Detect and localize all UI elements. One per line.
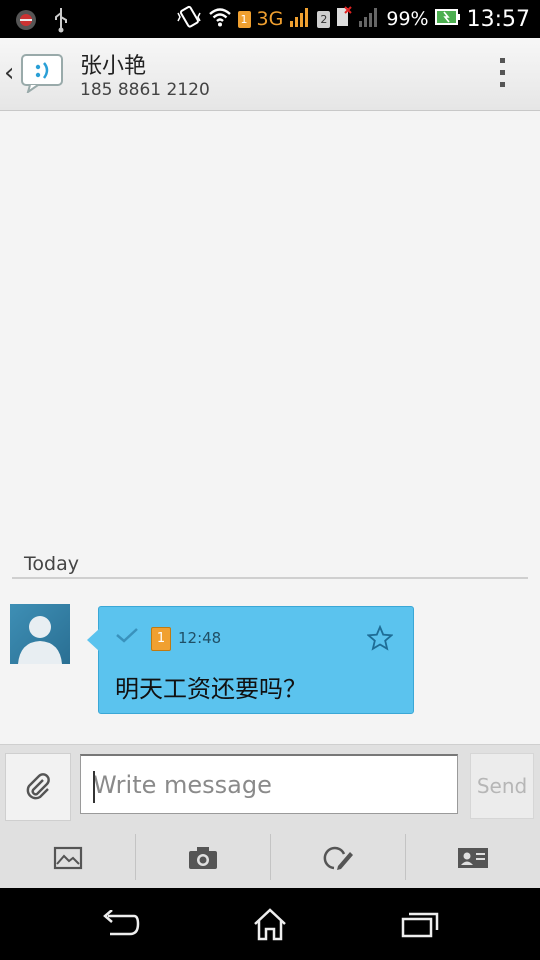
check-icon [115, 627, 139, 643]
sim-indicator: 1 [151, 627, 171, 651]
sketch-pencil-icon [323, 846, 353, 870]
picture-icon [53, 846, 83, 870]
camera-icon [188, 847, 217, 869]
attach-button[interactable] [5, 753, 71, 821]
back-button[interactable] [100, 906, 140, 942]
back-chevron-icon[interactable]: ‹ [4, 58, 14, 88]
back-arrow-icon [103, 910, 140, 936]
sim2-badge: 2 [317, 10, 331, 28]
signal-sim1-icon [289, 7, 311, 31]
signal-sim2-icon [358, 7, 380, 31]
message-text: 明天工资还要吗？ [115, 675, 307, 703]
status-bar: 1 3G 2 99% 13:57 [0, 0, 540, 38]
battery-icon [434, 8, 461, 30]
battery-percent: 99% [386, 8, 429, 30]
contact-card-icon [457, 848, 488, 868]
paperclip-icon [26, 773, 50, 800]
day-separator-line [12, 577, 528, 579]
sim-missing-icon [336, 6, 353, 32]
send-button[interactable]: Send [470, 753, 534, 819]
overflow-menu-icon[interactable] [498, 58, 506, 92]
attachment-toolbar [0, 828, 540, 888]
star-icon[interactable] [366, 624, 394, 651]
network-type: 3G [256, 8, 284, 30]
app-notification-icon [14, 8, 38, 36]
message-time: 12:48 [178, 629, 222, 647]
vibrate-icon [176, 5, 202, 33]
wifi-icon [208, 7, 232, 31]
contact-name: 张小艳 [80, 54, 147, 79]
messaging-app-icon[interactable] [20, 53, 64, 95]
insert-picture-button[interactable] [0, 828, 135, 888]
conversation-header: ‹ 张小艳 185 8861 2120 [0, 38, 540, 111]
usb-icon [52, 7, 70, 37]
take-photo-button[interactable] [135, 828, 270, 888]
recent-apps-button[interactable] [400, 906, 440, 942]
day-separator-label: Today [24, 553, 79, 575]
home-icon [254, 908, 286, 941]
insert-contact-button[interactable] [405, 828, 540, 888]
text-cursor [93, 771, 95, 803]
message-field[interactable] [80, 754, 458, 814]
clock: 13:57 [466, 6, 530, 32]
contact-avatar[interactable] [10, 604, 70, 664]
sketch-button[interactable] [270, 828, 405, 888]
home-button[interactable] [250, 906, 290, 942]
compose-bar: Send [0, 744, 540, 829]
message-bubble[interactable]: 1 12:48 明天工资还要吗？ [87, 606, 414, 714]
contact-phone: 185 8861 2120 [80, 80, 210, 100]
sim1-badge: 1 [237, 10, 251, 28]
recent-apps-icon [401, 912, 439, 938]
navigation-bar [0, 888, 540, 960]
message-thread[interactable]: Today 1 12:48 明天工资还要吗？ [0, 111, 540, 743]
message-input[interactable] [81, 756, 457, 813]
